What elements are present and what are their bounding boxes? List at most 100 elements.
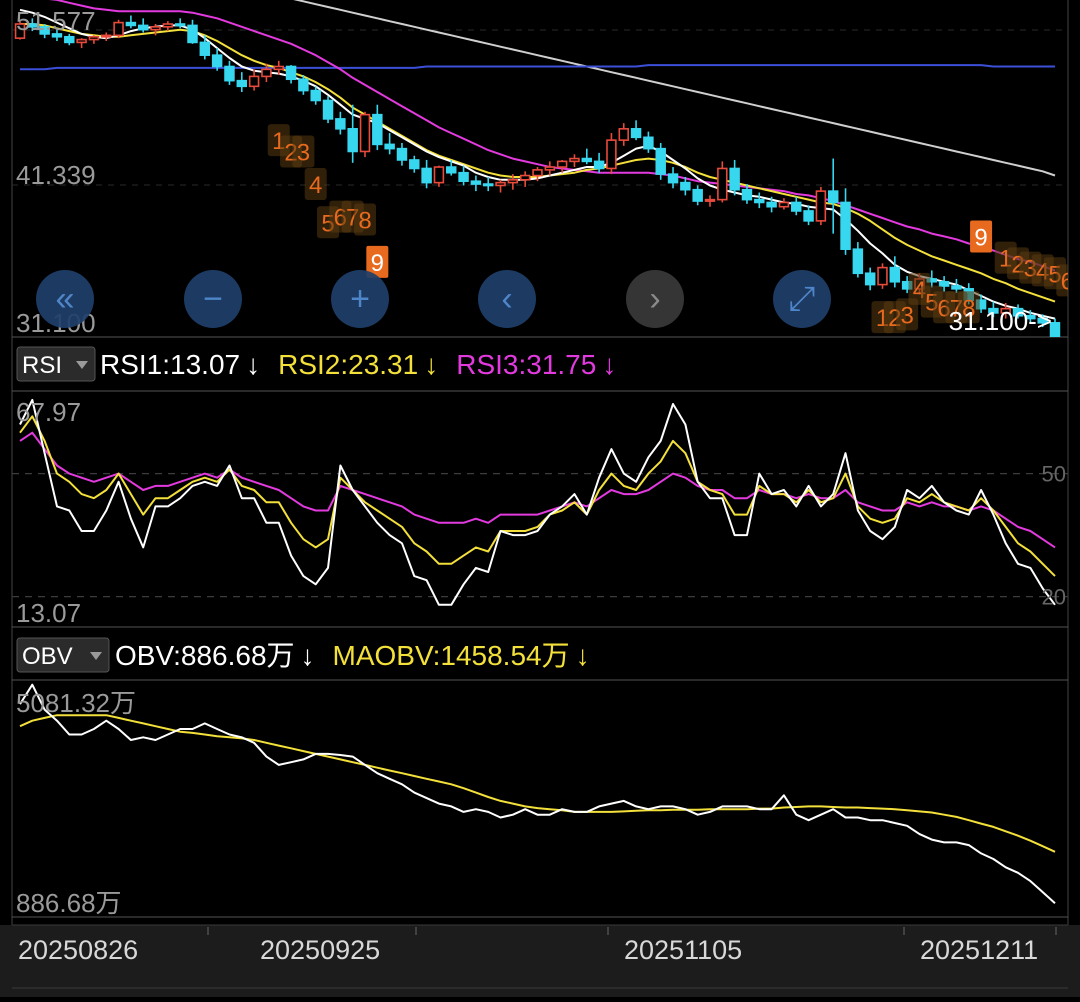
- last-price-label: 31.100->: [949, 306, 1052, 336]
- rsi2-arrow-icon: ↓: [424, 349, 438, 380]
- rsi-values-legend: RSI1:13.07 ↓ RSI2:23.31 ↓ RSI3:31.75 ↓: [100, 349, 616, 380]
- plus-icon: +: [350, 280, 370, 318]
- candle-body: [372, 113, 383, 146]
- candle-body: [273, 65, 284, 71]
- candle-body: [482, 183, 494, 187]
- candle: [815, 186, 827, 226]
- maobv-arrow-icon: ↓: [576, 640, 590, 671]
- rsi2-value: RSI2:23.31: [278, 349, 418, 380]
- candle-body: [791, 201, 802, 212]
- candle-body: [137, 24, 149, 31]
- td-marker-text: 3: [900, 302, 913, 329]
- candle-body: [88, 35, 100, 41]
- candle-body: [704, 198, 716, 202]
- candle-body: [396, 147, 408, 161]
- price-axis-label-top: 51.577: [16, 6, 96, 36]
- candle-body: [692, 188, 703, 202]
- x-axis-band: [0, 925, 1080, 997]
- candle-body: [236, 79, 248, 88]
- candle-body: [766, 201, 777, 208]
- candle-body: [322, 99, 334, 120]
- candle-body: [815, 190, 827, 222]
- td-marker-text: 4: [309, 172, 322, 199]
- candle-body: [655, 147, 666, 175]
- candle: [359, 111, 371, 158]
- rsi-header: RSI RSI1:13.07 ↓ RSI2:23.31 ↓ RSI3:31.75 ↓: [16, 346, 616, 382]
- zoom-out-button[interactable]: −: [184, 270, 242, 328]
- candle-body: [630, 128, 642, 139]
- candle-body: [384, 143, 395, 150]
- obv-value: OBV:886.68万: [115, 640, 295, 671]
- minus-icon: −: [203, 280, 223, 318]
- candle-body: [359, 113, 371, 153]
- candle-body: [778, 201, 790, 208]
- candle-body: [199, 41, 211, 56]
- scroll-right-button[interactable]: ›: [626, 270, 684, 328]
- candle-body: [64, 35, 75, 44]
- candle-body: [618, 128, 629, 141]
- candle-body: [643, 136, 654, 150]
- candle-body: [495, 181, 506, 187]
- obv-max-label: 5081.32万: [16, 688, 136, 718]
- expand-diagonal-icon: ⤢: [788, 280, 815, 318]
- candle-body: [544, 166, 556, 171]
- rsi3-value: RSI3:31.75: [456, 349, 596, 380]
- candle-body: [285, 65, 297, 81]
- candle-body: [446, 166, 457, 174]
- candle-body: [409, 159, 420, 170]
- candle-body: [877, 266, 888, 286]
- candle-body: [347, 128, 358, 153]
- candle-body: [224, 65, 235, 82]
- candle-body: [938, 280, 950, 287]
- td-marker: 8: [354, 203, 376, 236]
- candle-body: [433, 166, 445, 184]
- rsi-selector-label: RSI: [22, 352, 62, 379]
- candle-body: [667, 173, 679, 184]
- td-marker: 3: [292, 135, 315, 168]
- candle-body: [76, 38, 87, 44]
- candle-body: [889, 266, 901, 283]
- candle-body: [519, 174, 531, 181]
- rsi-min-label: 13.07: [16, 598, 81, 628]
- zoom-in-button[interactable]: +: [331, 270, 389, 328]
- rsi1-value: RSI1:13.07: [100, 349, 240, 380]
- candle-body: [532, 169, 543, 177]
- obv-selector-label: OBV: [22, 643, 73, 670]
- candle-body: [717, 167, 728, 201]
- rsi3-arrow-icon: ↓: [602, 349, 616, 380]
- scroll-left-button[interactable]: ‹: [478, 270, 536, 328]
- candle-body: [569, 157, 580, 163]
- candle-body: [741, 188, 753, 201]
- td-marker-nine-text: 9: [974, 224, 987, 251]
- candle-body: [840, 201, 851, 250]
- chevron-right-icon: ›: [649, 280, 660, 318]
- x-axis-label-2: 20250925: [260, 935, 380, 965]
- candle-body: [310, 89, 321, 102]
- candle-body: [458, 171, 469, 183]
- price-axis-label-mid: 41.339: [16, 160, 96, 190]
- rsi-level-20-label: 20: [1042, 585, 1066, 610]
- obv-min-label: 886.68万: [16, 888, 122, 918]
- rsi1-arrow-icon: ↓: [246, 349, 260, 380]
- candle-body: [864, 272, 876, 286]
- candle-body: [951, 285, 962, 290]
- obv-arrow-icon: ↓: [301, 640, 315, 671]
- x-axis-label-3: 20251105: [624, 935, 742, 965]
- candle-body: [113, 21, 124, 37]
- rsi-level-50-label: 50: [1042, 462, 1066, 487]
- chart-canvas[interactable]: 1234567891234567891234567 51.577 41.339 …: [0, 0, 1080, 997]
- candle-body: [335, 118, 346, 130]
- candle-body: [556, 160, 568, 168]
- candle-body: [162, 23, 174, 28]
- candle-body: [125, 21, 137, 27]
- x-axis-label-4: 20251211: [920, 935, 1038, 965]
- fullscreen-button[interactable]: ⤢: [773, 270, 831, 328]
- candle-body: [581, 157, 593, 163]
- scroll-far-left-button[interactable]: «: [36, 270, 94, 328]
- candle: [655, 142, 666, 180]
- td-marker: 4: [304, 168, 327, 201]
- candle-body: [803, 210, 814, 222]
- candle-body: [187, 24, 198, 44]
- obv-header: OBV OBV:886.68万 ↓ MAOBV:1458.54万 ↓: [16, 637, 590, 673]
- td-marker-text: 8: [358, 207, 371, 234]
